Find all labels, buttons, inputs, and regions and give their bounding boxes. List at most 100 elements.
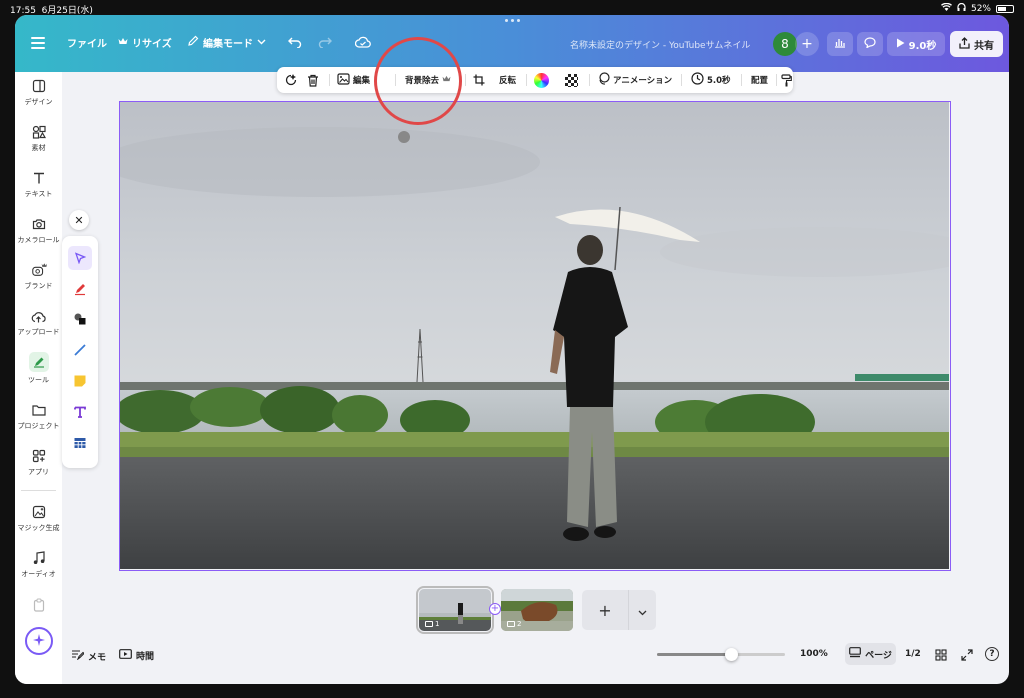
notes-button[interactable]: メモ [71, 649, 106, 663]
pen-icon [73, 281, 87, 300]
sidebar-item-tools[interactable]: ツール [15, 352, 62, 385]
line-tool[interactable] [68, 339, 92, 363]
duration-button[interactable]: 5.0秒 [691, 67, 731, 93]
crop-icon[interactable] [473, 67, 485, 93]
sidebar-item-text[interactable]: テキスト [15, 170, 62, 199]
sparkle-icon [32, 632, 46, 651]
undo-icon[interactable] [288, 36, 302, 48]
sidebar-item-magic-media[interactable]: マジック生成 [15, 504, 62, 533]
resize-button[interactable]: リサイズ [118, 35, 172, 50]
table-icon [73, 435, 87, 454]
timer-button[interactable]: 時間 [119, 649, 154, 662]
sidebar-item-label: アプリ [28, 468, 49, 476]
transparency-icon[interactable] [565, 67, 578, 93]
canva-app-window: ファイル リサイズ 編集モード 名称未設定のデザイン - YouTubeサムネイ… [15, 15, 1009, 684]
text-tool[interactable] [68, 401, 92, 425]
position-button[interactable]: 配置 [751, 67, 768, 93]
sidebar-item-label: 素材 [31, 144, 46, 152]
clipboard-icon [31, 597, 47, 613]
timer-icon [119, 649, 132, 662]
ipad-status-bar: 17:55 6月25日(水) 52% [0, 0, 1024, 16]
play-duration: 9.0秒 [908, 40, 937, 52]
context-toolbar: 編集 背景除去 反転 アニメーション 5.0秒 配置 [277, 67, 793, 93]
notes-label: メモ [88, 652, 107, 663]
sidebar-item-design[interactable]: デザイン [15, 78, 62, 107]
pen-tool[interactable] [68, 278, 92, 302]
insights-button[interactable] [827, 32, 853, 56]
animate-button[interactable]: アニメーション [597, 67, 672, 93]
page-thumbnail-2[interactable]: 2 [501, 589, 573, 631]
play-icon [896, 38, 905, 51]
share-button[interactable]: 共有 [950, 31, 1003, 57]
add-collaborator-button[interactable]: + [795, 32, 819, 56]
sidebar-divider [21, 490, 56, 491]
table-tool[interactable] [68, 432, 92, 456]
help-icon[interactable]: ? [985, 647, 999, 661]
crown-icon [118, 37, 128, 48]
text-icon [31, 170, 47, 186]
draw-tool-palette [62, 236, 98, 468]
grid-view-icon[interactable] [935, 649, 947, 661]
sidebar-item-projects[interactable]: プロジェクト [15, 402, 62, 431]
window-grabber[interactable] [505, 19, 520, 22]
editor-header: ファイル リサイズ 編集モード 名称未設定のデザイン - YouTubeサムネイ… [15, 15, 1009, 72]
zoom-percent[interactable]: 100% [800, 649, 828, 659]
select-tool[interactable] [68, 246, 92, 270]
color-wheel-icon[interactable] [534, 67, 549, 93]
sidebar-item-elements[interactable]: 素材 [15, 124, 62, 153]
pointer-icon [74, 249, 87, 268]
comments-button[interactable] [857, 32, 883, 56]
zoom-slider[interactable] [657, 648, 785, 661]
menu-icon[interactable] [31, 37, 45, 52]
plus-icon: + [598, 600, 612, 620]
add-page-button[interactable]: + [582, 590, 628, 630]
notes-icon [71, 649, 85, 663]
shapes-icon [73, 311, 87, 330]
sidebar-item-apps[interactable]: アプリ [15, 448, 62, 477]
camera-icon [31, 216, 47, 232]
page-number: 1 [425, 620, 439, 628]
cloud-saved-icon[interactable] [355, 36, 371, 48]
edit-image-button[interactable]: 編集 [337, 67, 370, 93]
sidebar-item-audio[interactable]: オーディオ [15, 550, 62, 579]
design-icon [31, 78, 47, 94]
sidebar-item-upload[interactable]: アップロード [15, 308, 62, 337]
edit-mode-dropdown[interactable]: 編集モード [187, 35, 266, 50]
play-button[interactable]: 9.0秒 [887, 32, 945, 56]
shape-tool[interactable] [68, 308, 92, 332]
sticky-note-tool[interactable] [68, 370, 92, 394]
headphones-icon [957, 2, 966, 14]
pages-view-button[interactable]: ページ [845, 643, 896, 665]
close-icon[interactable]: ✕ [69, 210, 89, 230]
magic-media-icon [31, 504, 47, 520]
redo-icon[interactable] [318, 36, 332, 48]
page-thumbnail-1[interactable]: 1 [416, 586, 494, 634]
selected-photo[interactable] [120, 102, 949, 569]
magic-assistant-button[interactable] [25, 627, 53, 655]
resize-label: リサイズ [132, 39, 172, 50]
sidebar-item-camera-roll[interactable]: カメラロール [15, 216, 62, 245]
avatar[interactable]: 8 [773, 32, 797, 56]
flip-button[interactable]: 反転 [499, 67, 516, 93]
zoom-slider-handle[interactable] [725, 648, 739, 661]
file-menu[interactable]: ファイル [67, 35, 107, 50]
fullscreen-icon[interactable] [961, 649, 973, 661]
upload-icon [31, 308, 47, 324]
add-page-options-button[interactable] [628, 590, 656, 630]
chevron-down-icon [257, 37, 266, 48]
ai-edit-icon[interactable] [284, 67, 298, 93]
sidebar-item-more[interactable] [15, 597, 62, 616]
trash-icon[interactable] [307, 67, 319, 93]
sidebar-item-brand[interactable]: ブランド [15, 262, 62, 291]
battery-percent: 52% [970, 3, 991, 14]
animation-icon [597, 72, 610, 88]
wifi-icon [940, 2, 952, 14]
rotate-handle[interactable] [398, 131, 410, 143]
animate-label: アニメーション [613, 76, 673, 86]
design-canvas[interactable] [119, 101, 951, 571]
sticky-note-icon [73, 373, 87, 392]
insert-page-icon[interactable]: + [489, 603, 501, 615]
document-title[interactable]: 名称未設定のデザイン - YouTubeサムネイル [570, 38, 750, 51]
paint-roller-icon[interactable] [781, 67, 792, 93]
status-indicators: 52% [940, 2, 1014, 14]
